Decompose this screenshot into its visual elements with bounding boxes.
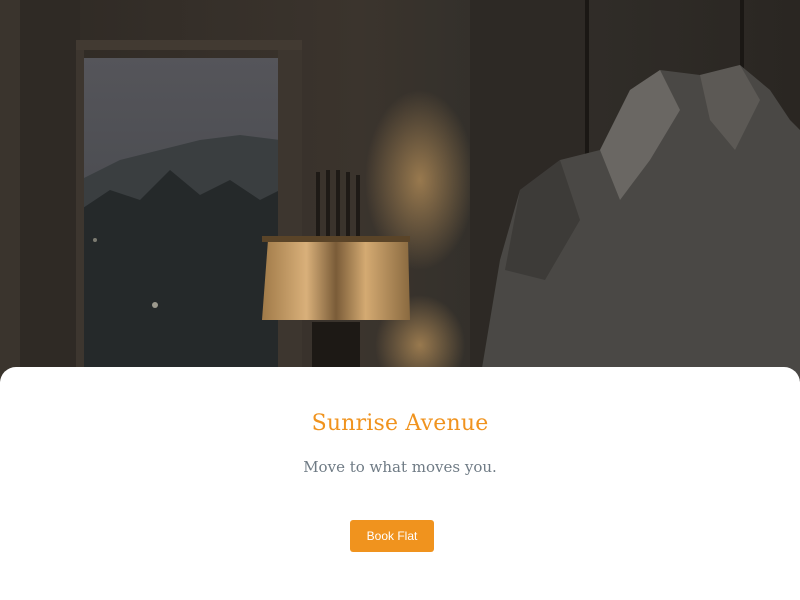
property-title: Sunrise Avenue <box>311 411 489 436</box>
info-card: Sunrise Avenue Move to what moves you. B… <box>0 367 800 600</box>
book-flat-button[interactable]: Book Flat <box>350 520 434 552</box>
hero-image <box>0 0 800 400</box>
tagline: Move to what moves you. <box>303 458 497 476</box>
